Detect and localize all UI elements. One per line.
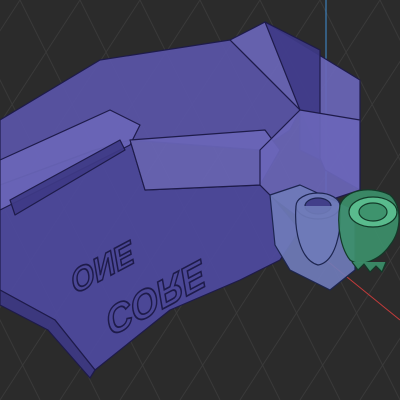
- viewport-canvas[interactable]: ONE CORE: [0, 0, 400, 400]
- 3d-viewport[interactable]: ONE CORE: [0, 0, 400, 400]
- tray-inner-face: [129, 129, 281, 191]
- green-part-teeth: [351, 261, 387, 273]
- green-part-ring-inner: [358, 202, 388, 222]
